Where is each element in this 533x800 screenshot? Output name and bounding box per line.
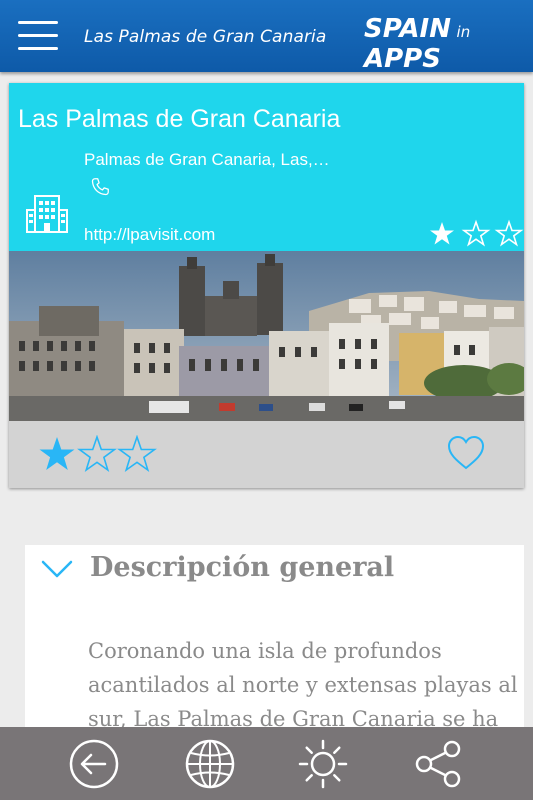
user-star-3-icon — [117, 435, 157, 473]
place-rating-stars — [430, 219, 524, 247]
bottom-nav — [0, 727, 533, 800]
sun-icon[interactable] — [297, 738, 349, 790]
place-address[interactable]: Palmas de Gran Canaria, Las,… — [84, 150, 330, 170]
chevron-down-icon[interactable] — [41, 558, 73, 580]
logo-word-spain: SPAIN — [364, 14, 451, 44]
logo-word-apps: APPS — [364, 44, 441, 74]
rating-bar — [9, 421, 524, 488]
building-icon — [26, 195, 68, 233]
spain-in-apps-logo: SPAIN in APPS — [364, 14, 533, 74]
heart-icon[interactable] — [447, 435, 485, 471]
place-banner: Las Palmas de Gran Canaria Palmas de Gra… — [9, 83, 524, 251]
hamburger-menu-icon[interactable] — [18, 21, 58, 53]
back-icon[interactable] — [68, 738, 120, 790]
rating-star-3-icon — [494, 219, 524, 247]
place-url-link[interactable]: http://lpavisit.com — [84, 225, 215, 245]
globe-icon[interactable] — [184, 738, 236, 790]
rating-star-1-icon — [430, 222, 454, 245]
place-photo[interactable] — [9, 251, 524, 421]
user-star-1-icon — [39, 437, 75, 470]
logo-word-in: in — [456, 23, 471, 41]
app-header: Las Palmas de Gran Canaria SPAIN in APPS — [0, 0, 533, 74]
rating-star-2-icon — [461, 219, 491, 247]
place-card: Las Palmas de Gran Canaria Palmas de Gra… — [9, 83, 524, 488]
place-title: Las Palmas de Gran Canaria — [18, 105, 341, 133]
user-rating-stars[interactable] — [39, 435, 157, 473]
phone-icon[interactable] — [89, 176, 111, 198]
user-star-2-icon — [77, 435, 117, 473]
description-heading[interactable]: Descripción general — [90, 552, 394, 583]
description-section: Descripción general Coronando una isla d… — [25, 545, 524, 745]
description-text: Coronando una isla de profundos acantila… — [88, 639, 518, 731]
share-icon[interactable] — [412, 738, 464, 790]
header-title: Las Palmas de Gran Canaria — [84, 27, 327, 47]
